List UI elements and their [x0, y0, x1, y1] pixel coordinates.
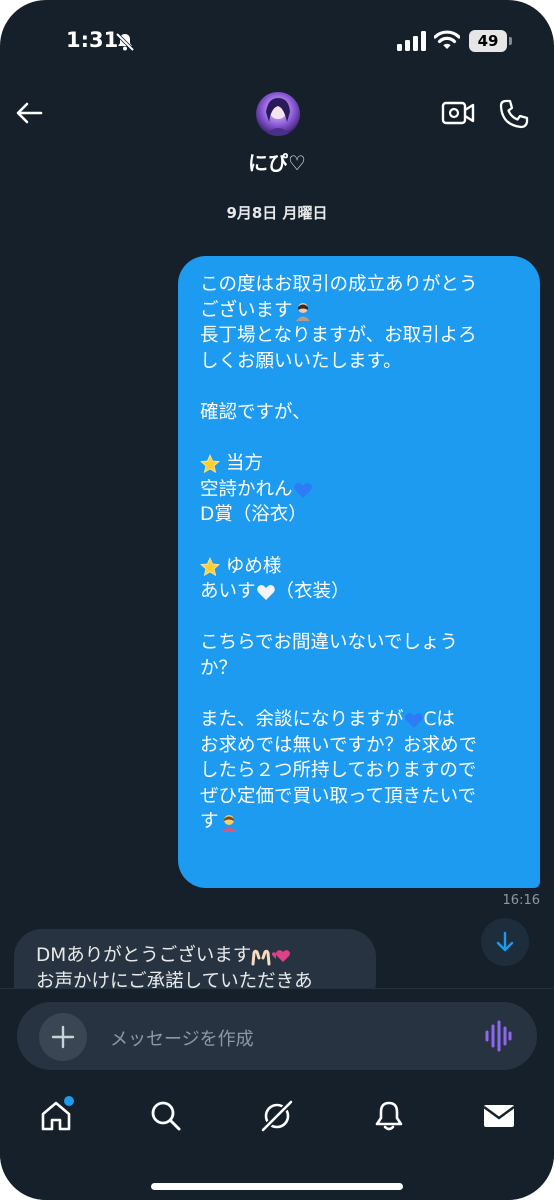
glowing-star-emoji [200, 454, 220, 474]
message-line [200, 528, 520, 554]
message-line: す [200, 809, 520, 835]
arrow-down-icon [496, 931, 514, 952]
scroll-to-bottom-button[interactable] [481, 918, 529, 966]
message-line: 空詩かれん [200, 477, 520, 503]
white-heart-emoji [256, 585, 275, 601]
bell-muted-icon [115, 32, 135, 52]
home-indicator [151, 1183, 403, 1190]
message-line: あいす （衣装） [200, 581, 350, 603]
message-input[interactable]: メッセージを作成 [110, 1025, 254, 1051]
message-timestamp: 16:16 [502, 893, 540, 908]
message-line: また、余談になりますが Cは [200, 709, 455, 731]
message-line: したら２つ所持しておりますので [200, 760, 477, 782]
message-line: ございます [200, 298, 520, 324]
message-line: しくお願いいたします。 [200, 350, 402, 372]
glowing-star-emoji [200, 556, 220, 576]
person-bowing-emoji [220, 815, 237, 833]
video-call-icon[interactable] [441, 98, 475, 128]
plus-icon [51, 1025, 75, 1049]
dm-screen: 1:31 49 にぴ♡ 9月8日 月曜日 この度はお取引の成立ありがとう ござい… [0, 0, 554, 1200]
wifi-icon [434, 30, 460, 49]
avatar[interactable] [256, 92, 300, 136]
message-line: この度はお取引の成立ありがとう [200, 274, 478, 295]
status-bar: 1:31 49 [0, 0, 554, 90]
battery-indicator: 49 [469, 30, 507, 52]
message-line: か？ [200, 657, 238, 679]
message-line: 確認ですが、 [200, 401, 311, 423]
search-icon[interactable] [148, 1098, 184, 1134]
mail-icon[interactable] [481, 1098, 517, 1134]
message-composer[interactable] [17, 1002, 537, 1070]
message-line: こちらでお間違いないでしょう [200, 632, 458, 654]
grok-icon[interactable] [259, 1098, 295, 1134]
contact-name[interactable]: にぴ♡ [0, 147, 554, 176]
blue-heart-emoji [404, 713, 423, 729]
clock: 1:31 [66, 28, 119, 52]
two-hearts-emoji [272, 950, 291, 962]
message-line [200, 605, 520, 631]
date-divider: 9月8日 月曜日 [226, 204, 328, 222]
message-line: ぜひ定価で買い取って頂きたいで [200, 785, 477, 807]
signal-icon [397, 31, 426, 51]
phone-icon[interactable] [498, 98, 530, 130]
notification-dot [62, 1094, 76, 1108]
battery-cap [509, 37, 512, 45]
blue-heart-emoji [293, 482, 312, 498]
message-line: お求めでは無いですか？お求めで [200, 734, 477, 756]
voice-wave-icon[interactable] [484, 1020, 512, 1052]
message-line: D賞（浴衣） [200, 504, 307, 526]
message-line [200, 374, 520, 400]
bowing-person-emoji [295, 302, 310, 321]
message-line: 当方 [200, 451, 520, 477]
arrow-left-icon[interactable] [14, 98, 44, 128]
raising-hands-emoji [251, 949, 271, 966]
message-line: ゆめ様 [200, 554, 520, 580]
add-media-button[interactable] [39, 1013, 87, 1061]
message-line [200, 682, 520, 708]
bell-icon[interactable] [371, 1098, 407, 1134]
message-line [200, 426, 520, 452]
outgoing-message-bubble[interactable]: この度はお取引の成立ありがとう ございます 長丁場となりますが、お取引よろ しく… [178, 256, 540, 888]
message-line: 長丁場となりますが、お取引よろ [200, 325, 477, 347]
message-line: DMありがとうございます [36, 943, 356, 969]
